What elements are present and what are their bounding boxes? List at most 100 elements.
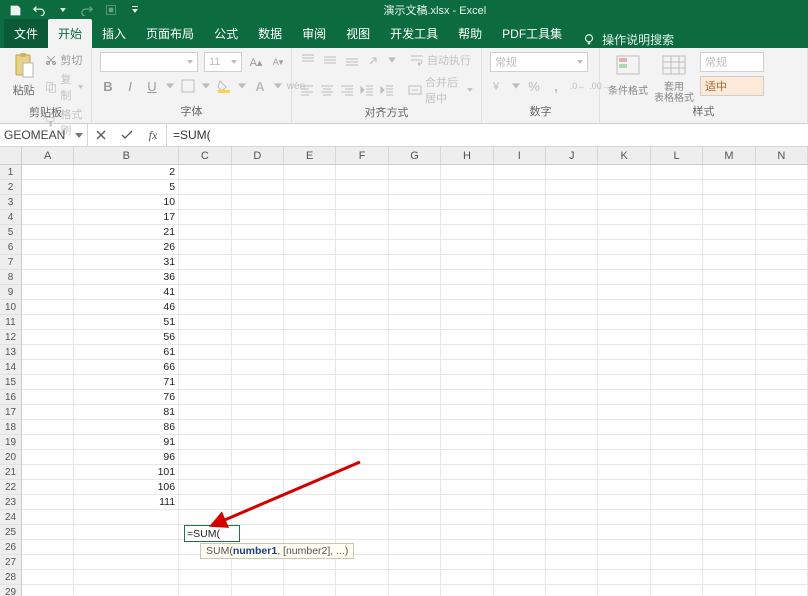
cell[interactable]: [336, 225, 388, 240]
cell[interactable]: [284, 240, 336, 255]
cell[interactable]: [441, 165, 493, 180]
cell[interactable]: [441, 330, 493, 345]
cell[interactable]: [22, 165, 74, 180]
cell[interactable]: [546, 270, 598, 285]
cell[interactable]: [389, 450, 441, 465]
cell[interactable]: 96: [74, 450, 179, 465]
cell[interactable]: [546, 360, 598, 375]
cell[interactable]: [179, 255, 231, 270]
cell[interactable]: [22, 285, 74, 300]
cell[interactable]: [703, 330, 755, 345]
cell[interactable]: [336, 285, 388, 300]
cell[interactable]: [284, 465, 336, 480]
cell[interactable]: [494, 255, 546, 270]
cell[interactable]: [232, 390, 284, 405]
cell[interactable]: [389, 165, 441, 180]
cell[interactable]: [494, 480, 546, 495]
cell[interactable]: [756, 450, 808, 465]
cell[interactable]: [179, 285, 231, 300]
cell[interactable]: [546, 315, 598, 330]
row-header[interactable]: 20: [0, 450, 21, 465]
row-header[interactable]: 28: [0, 570, 21, 585]
cell[interactable]: [284, 225, 336, 240]
cell[interactable]: [336, 180, 388, 195]
cell[interactable]: [22, 435, 74, 450]
cell[interactable]: [389, 240, 441, 255]
cell[interactable]: [703, 555, 755, 570]
cell[interactable]: [22, 465, 74, 480]
cell[interactable]: [441, 495, 493, 510]
cell[interactable]: [336, 330, 388, 345]
cell[interactable]: [179, 375, 231, 390]
cell[interactable]: [284, 270, 336, 285]
cell[interactable]: [494, 510, 546, 525]
cell[interactable]: [232, 510, 284, 525]
cell[interactable]: 41: [74, 285, 179, 300]
cell[interactable]: [336, 315, 388, 330]
cell[interactable]: [389, 345, 441, 360]
cell[interactable]: [179, 330, 231, 345]
cell[interactable]: [756, 255, 808, 270]
cell[interactable]: [284, 510, 336, 525]
cell[interactable]: [598, 495, 650, 510]
cell[interactable]: [598, 525, 650, 540]
cell[interactable]: [651, 240, 703, 255]
cell[interactable]: 86: [74, 420, 179, 435]
cell[interactable]: 66: [74, 360, 179, 375]
cell[interactable]: [756, 585, 808, 596]
cell[interactable]: [389, 540, 441, 555]
cell[interactable]: [546, 570, 598, 585]
cell[interactable]: [651, 330, 703, 345]
cell[interactable]: [651, 225, 703, 240]
cell[interactable]: [336, 525, 388, 540]
cell[interactable]: [598, 270, 650, 285]
cell[interactable]: [441, 450, 493, 465]
cell[interactable]: [232, 435, 284, 450]
cell[interactable]: [546, 555, 598, 570]
percent-format-icon[interactable]: %: [526, 78, 542, 94]
cell[interactable]: [651, 255, 703, 270]
column-header[interactable]: L: [651, 147, 703, 164]
column-header[interactable]: F: [336, 147, 388, 164]
increase-decimal-icon[interactable]: .0←: [570, 78, 586, 94]
cell[interactable]: [389, 255, 441, 270]
cell[interactable]: [756, 345, 808, 360]
cell[interactable]: [22, 510, 74, 525]
cell[interactable]: [389, 525, 441, 540]
row-header[interactable]: 15: [0, 375, 21, 390]
cell[interactable]: [651, 210, 703, 225]
cell[interactable]: 91: [74, 435, 179, 450]
cell[interactable]: [494, 540, 546, 555]
cell[interactable]: [494, 240, 546, 255]
cell[interactable]: [703, 300, 755, 315]
cell[interactable]: [22, 300, 74, 315]
row-header[interactable]: 16: [0, 390, 21, 405]
cell[interactable]: [598, 315, 650, 330]
cell[interactable]: [232, 195, 284, 210]
cell[interactable]: [546, 405, 598, 420]
cell[interactable]: [389, 375, 441, 390]
cell[interactable]: [598, 345, 650, 360]
cell[interactable]: [494, 375, 546, 390]
cell[interactable]: [703, 465, 755, 480]
italic-button[interactable]: I: [122, 78, 138, 94]
cell[interactable]: [74, 570, 179, 585]
cell[interactable]: [441, 540, 493, 555]
align-right-icon[interactable]: [340, 82, 354, 98]
redo-icon[interactable]: [80, 3, 94, 17]
cell[interactable]: [22, 270, 74, 285]
cell[interactable]: 2: [74, 165, 179, 180]
cell[interactable]: [232, 465, 284, 480]
tab-help[interactable]: 帮助: [448, 19, 492, 48]
row-header[interactable]: 18: [0, 420, 21, 435]
row-header[interactable]: 4: [0, 210, 21, 225]
comma-format-icon[interactable]: ,: [548, 78, 564, 94]
cell[interactable]: [389, 195, 441, 210]
column-header[interactable]: H: [441, 147, 493, 164]
active-cell-editor[interactable]: =SUM(: [184, 525, 240, 542]
cell[interactable]: [389, 405, 441, 420]
cell[interactable]: [232, 165, 284, 180]
cell[interactable]: [546, 450, 598, 465]
cell[interactable]: [703, 435, 755, 450]
cell[interactable]: [756, 195, 808, 210]
